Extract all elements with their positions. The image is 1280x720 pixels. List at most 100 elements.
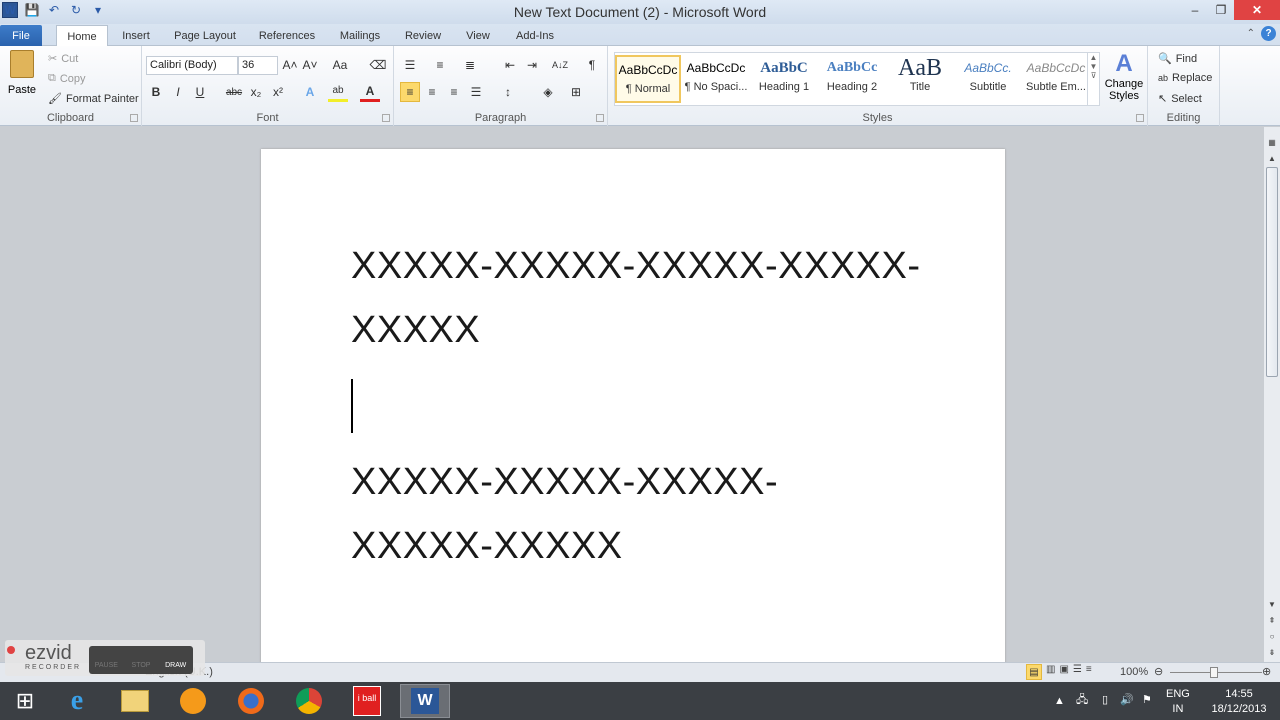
font-color-button[interactable]: A [360, 82, 380, 102]
show-hidden-icons[interactable]: ▲ [1054, 694, 1065, 709]
decrease-indent-button[interactable]: ⇤ [500, 55, 520, 75]
taskbar-media-player[interactable] [168, 684, 218, 718]
underline-button[interactable]: U [190, 82, 210, 102]
font-launcher[interactable] [382, 114, 390, 122]
scroll-thumb[interactable] [1266, 167, 1278, 377]
ruler-toggle-icon[interactable]: ▦ [1266, 137, 1278, 149]
draft-icon[interactable]: ≡ [1086, 664, 1092, 680]
text-effects-button[interactable]: A [300, 82, 320, 102]
italic-button[interactable]: I [168, 82, 188, 102]
tab-page-layout[interactable]: Page Layout [168, 25, 242, 46]
pause-button[interactable]: PAUSE [89, 646, 124, 674]
show-hide-button[interactable]: ¶ [582, 55, 602, 75]
style-subtitle[interactable]: AaBbCc. Subtitle [955, 55, 1021, 103]
close-button[interactable]: ✕ [1234, 0, 1280, 20]
shrink-font-button[interactable]: A˅ [300, 55, 320, 75]
subscript-button[interactable]: x₂ [246, 82, 266, 102]
format-painter-button[interactable]: 🖌 Format Painter [48, 92, 139, 106]
align-left-button[interactable]: ≡ [400, 82, 420, 102]
numbering-button[interactable]: ≡ [430, 55, 450, 75]
full-screen-reading-icon[interactable]: ▥ [1046, 664, 1055, 680]
network-icon[interactable]: 🖧 [1076, 693, 1088, 708]
scroll-down-icon[interactable]: ▼ [1266, 599, 1278, 611]
multilevel-list-button[interactable]: ≣ [460, 55, 480, 75]
clock[interactable]: 14:55 18/12/2013 [1206, 687, 1272, 717]
stop-button[interactable]: STOP [124, 646, 159, 674]
minimize-ribbon-icon[interactable]: ⌃ [1247, 28, 1255, 39]
paste-button[interactable]: Paste [6, 50, 38, 96]
browse-object-icon[interactable]: ○ [1266, 631, 1278, 643]
tab-mailings[interactable]: Mailings [332, 25, 388, 46]
font-size-select[interactable]: 36 [238, 56, 278, 75]
tab-file[interactable]: File [0, 25, 42, 46]
align-right-button[interactable]: ≡ [444, 82, 464, 102]
bullets-button[interactable]: ☰ [400, 55, 420, 75]
superscript-button[interactable]: x² [268, 82, 288, 102]
taskbar-word[interactable]: W [400, 684, 450, 718]
battery-icon[interactable]: ▯ [1102, 693, 1108, 708]
tab-insert[interactable]: Insert [112, 25, 160, 46]
taskbar-iball[interactable]: i ball [342, 684, 392, 718]
tab-review[interactable]: Review [398, 25, 448, 46]
style-heading-2[interactable]: AaBbCc Heading 2 [819, 55, 885, 103]
line-spacing-button[interactable]: ↕ [498, 82, 518, 102]
tab-references[interactable]: References [252, 25, 322, 46]
grow-font-button[interactable]: A˄ [280, 55, 300, 75]
zoom-out-icon[interactable]: ⊖ [1154, 665, 1163, 678]
replace-button[interactable]: ab Replace [1158, 72, 1212, 84]
gallery-scroll[interactable]: ▲ ▼ ⊽ [1087, 53, 1099, 105]
paste-label: Paste [7, 84, 37, 96]
taskbar-internet-explorer[interactable]: e [52, 684, 102, 718]
bold-button[interactable]: B [146, 82, 166, 102]
document-page[interactable]: XXXXX-XXXXX-XXXXX-XXXXX- XXXXX XXXXX-XXX… [261, 149, 1005, 669]
clipboard-launcher[interactable] [130, 114, 138, 122]
next-page-icon[interactable]: ⇟ [1266, 647, 1278, 659]
taskbar-chrome[interactable] [284, 684, 334, 718]
help-icon[interactable]: ? [1261, 26, 1276, 41]
scroll-up-icon[interactable]: ▲ [1266, 153, 1278, 165]
tab-home[interactable]: Home [56, 25, 108, 47]
select-button[interactable]: ↖ Select [1158, 92, 1202, 106]
change-case-button[interactable]: Aa [330, 55, 350, 75]
sort-button[interactable]: A↓Z [550, 55, 570, 75]
zoom-slider-thumb[interactable] [1210, 667, 1218, 678]
tab-add-ins[interactable]: Add-Ins [508, 25, 562, 46]
restore-button[interactable]: ❐ [1208, 0, 1234, 20]
minimize-button[interactable]: – [1182, 0, 1208, 20]
shading-button[interactable]: ◈ [538, 82, 558, 102]
strikethrough-button[interactable]: abc [224, 82, 244, 102]
paragraph-launcher[interactable] [596, 114, 604, 122]
style-subtle-emphasis[interactable]: AaBbCcDc Subtle Em... [1023, 55, 1089, 103]
copy-button[interactable]: ⧉ Copy [48, 72, 86, 85]
taskbar-file-explorer[interactable] [110, 684, 160, 718]
font-name-select[interactable]: Calibri (Body) [146, 56, 238, 75]
zoom-in-icon[interactable]: ⊕ [1262, 665, 1271, 678]
language-switcher[interactable]: ENG IN [1166, 687, 1190, 717]
clear-formatting-button[interactable]: ⌫ [368, 55, 388, 75]
action-center-icon[interactable]: ⚑ [1142, 693, 1152, 708]
find-button[interactable]: 🔍 Find [1158, 52, 1197, 66]
outline-icon[interactable]: ☰ [1073, 664, 1082, 680]
start-button[interactable]: ⊞ [0, 684, 50, 718]
cut-button[interactable]: ✂ Cut [48, 52, 78, 66]
highlight-button[interactable]: ab [328, 82, 348, 102]
zoom-level[interactable]: 100% [1120, 666, 1148, 678]
align-center-button[interactable]: ≡ [422, 82, 442, 102]
styles-launcher[interactable] [1136, 114, 1144, 122]
web-layout-icon[interactable]: ▣ [1059, 664, 1068, 680]
style-heading-1[interactable]: AaBbC Heading 1 [751, 55, 817, 103]
volume-icon[interactable]: 🔊 [1120, 693, 1134, 708]
justify-button[interactable]: ☰ [466, 82, 486, 102]
increase-indent-button[interactable]: ⇥ [522, 55, 542, 75]
vertical-scrollbar[interactable]: ▦ ▲ ▼ ⇞ ○ ⇟ [1264, 127, 1280, 662]
borders-button[interactable]: ⊞ [566, 82, 586, 102]
style-title[interactable]: AaB Title [887, 55, 953, 103]
taskbar-firefox[interactable] [226, 684, 276, 718]
tab-view[interactable]: View [458, 25, 498, 46]
print-layout-icon[interactable]: ▤ [1026, 664, 1042, 680]
style-normal[interactable]: AaBbCcDc ¶ Normal [615, 55, 681, 103]
draw-button[interactable]: DRAW [158, 646, 193, 674]
style-no-spacing[interactable]: AaBbCcDc ¶ No Spaci... [683, 55, 749, 103]
change-styles-button[interactable]: A Change Styles [1104, 50, 1144, 102]
previous-page-icon[interactable]: ⇞ [1266, 615, 1278, 627]
